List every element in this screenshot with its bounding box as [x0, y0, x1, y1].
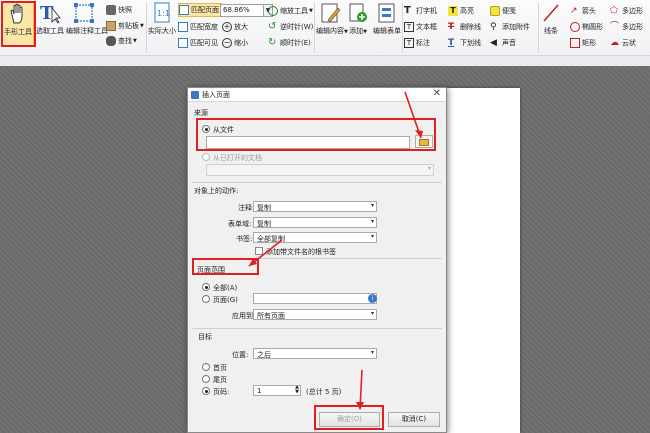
- arrow-to-ok-head-icon: [356, 402, 364, 410]
- arrow-to-page-range-head-icon: [249, 258, 257, 266]
- annotation-arrows: [248, 91, 423, 410]
- arrow-to-browse-head-icon: [415, 130, 423, 138]
